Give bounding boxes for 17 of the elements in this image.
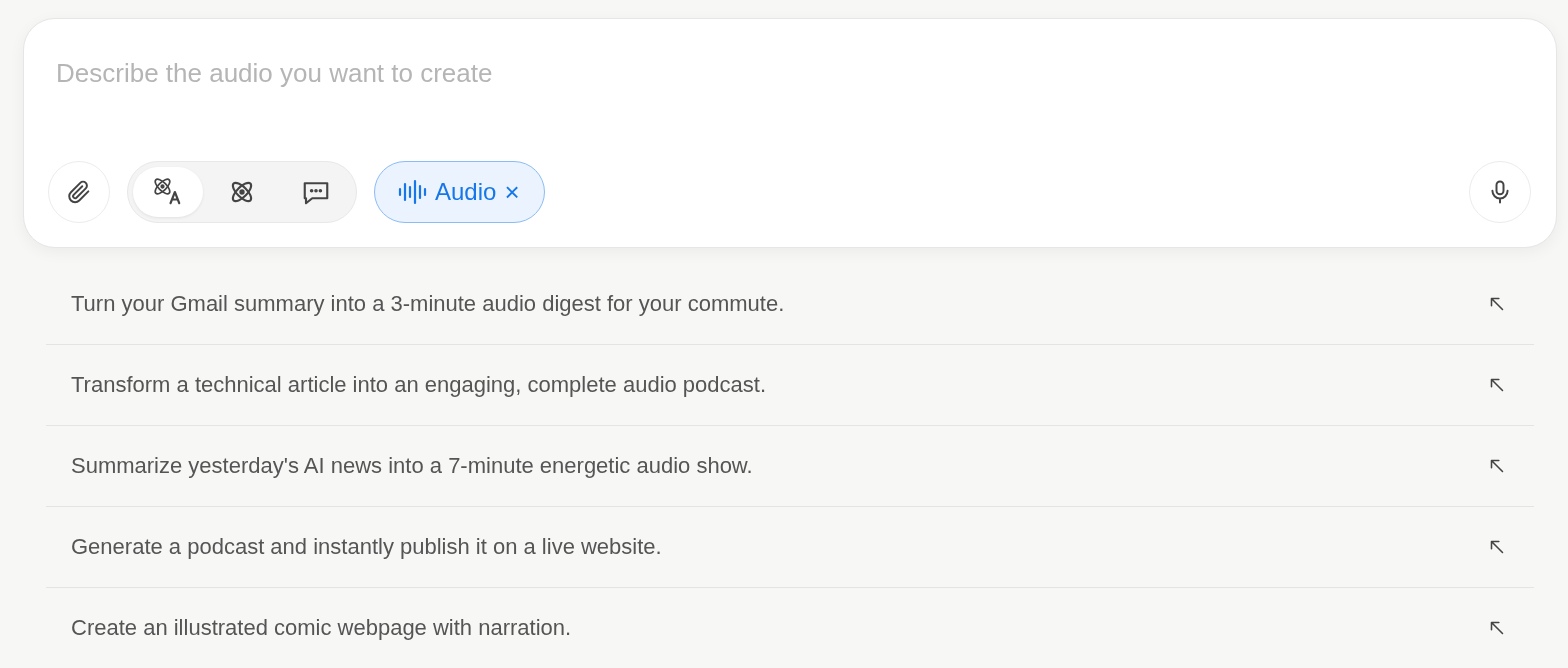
suggestion-text: Transform a technical article into an engaging, complete audio podcast.: [71, 372, 768, 398]
chip-label: Audio: [435, 178, 497, 206]
suggestion-text: Summarize yesterday's AI news into a 7-minute energetic audio show.: [71, 453, 754, 479]
audio-chip[interactable]: Audio ×: [374, 161, 545, 223]
suggestion-item[interactable]: Generate a podcast and instantly publish it on a live website.: [46, 507, 1534, 588]
suggestion-item[interactable]: Summarize yesterday's AI news into a 7-minute energetic audio show.: [46, 426, 1534, 507]
mode-tab[interactable]: [133, 167, 203, 217]
atom-letter-icon: [153, 177, 183, 207]
suggestion-text: Generate a podcast and instantly publish it on a live website.: [71, 534, 663, 560]
suggestion-item[interactable]: Transform a technical article into an engaging, complete audio podcast.: [46, 345, 1534, 426]
suggestion-text: Create an illustrated comic webpage with narration.: [71, 615, 573, 641]
suggestion-text: Turn your Gmail summary into a 3-minute audio digest for your commute.: [71, 291, 786, 317]
prompt-field[interactable]: Describe the audio you want to create: [48, 53, 1531, 93]
sound-wave-icon: [397, 178, 427, 206]
suggestion-item[interactable]: Create an illustrated comic webpage with narration.: [46, 588, 1534, 668]
chip-close[interactable]: ×: [504, 176, 520, 208]
suggestion-item[interactable]: Turn your Gmail summary into a 3-minute audio digest for your commute.: [46, 264, 1534, 345]
